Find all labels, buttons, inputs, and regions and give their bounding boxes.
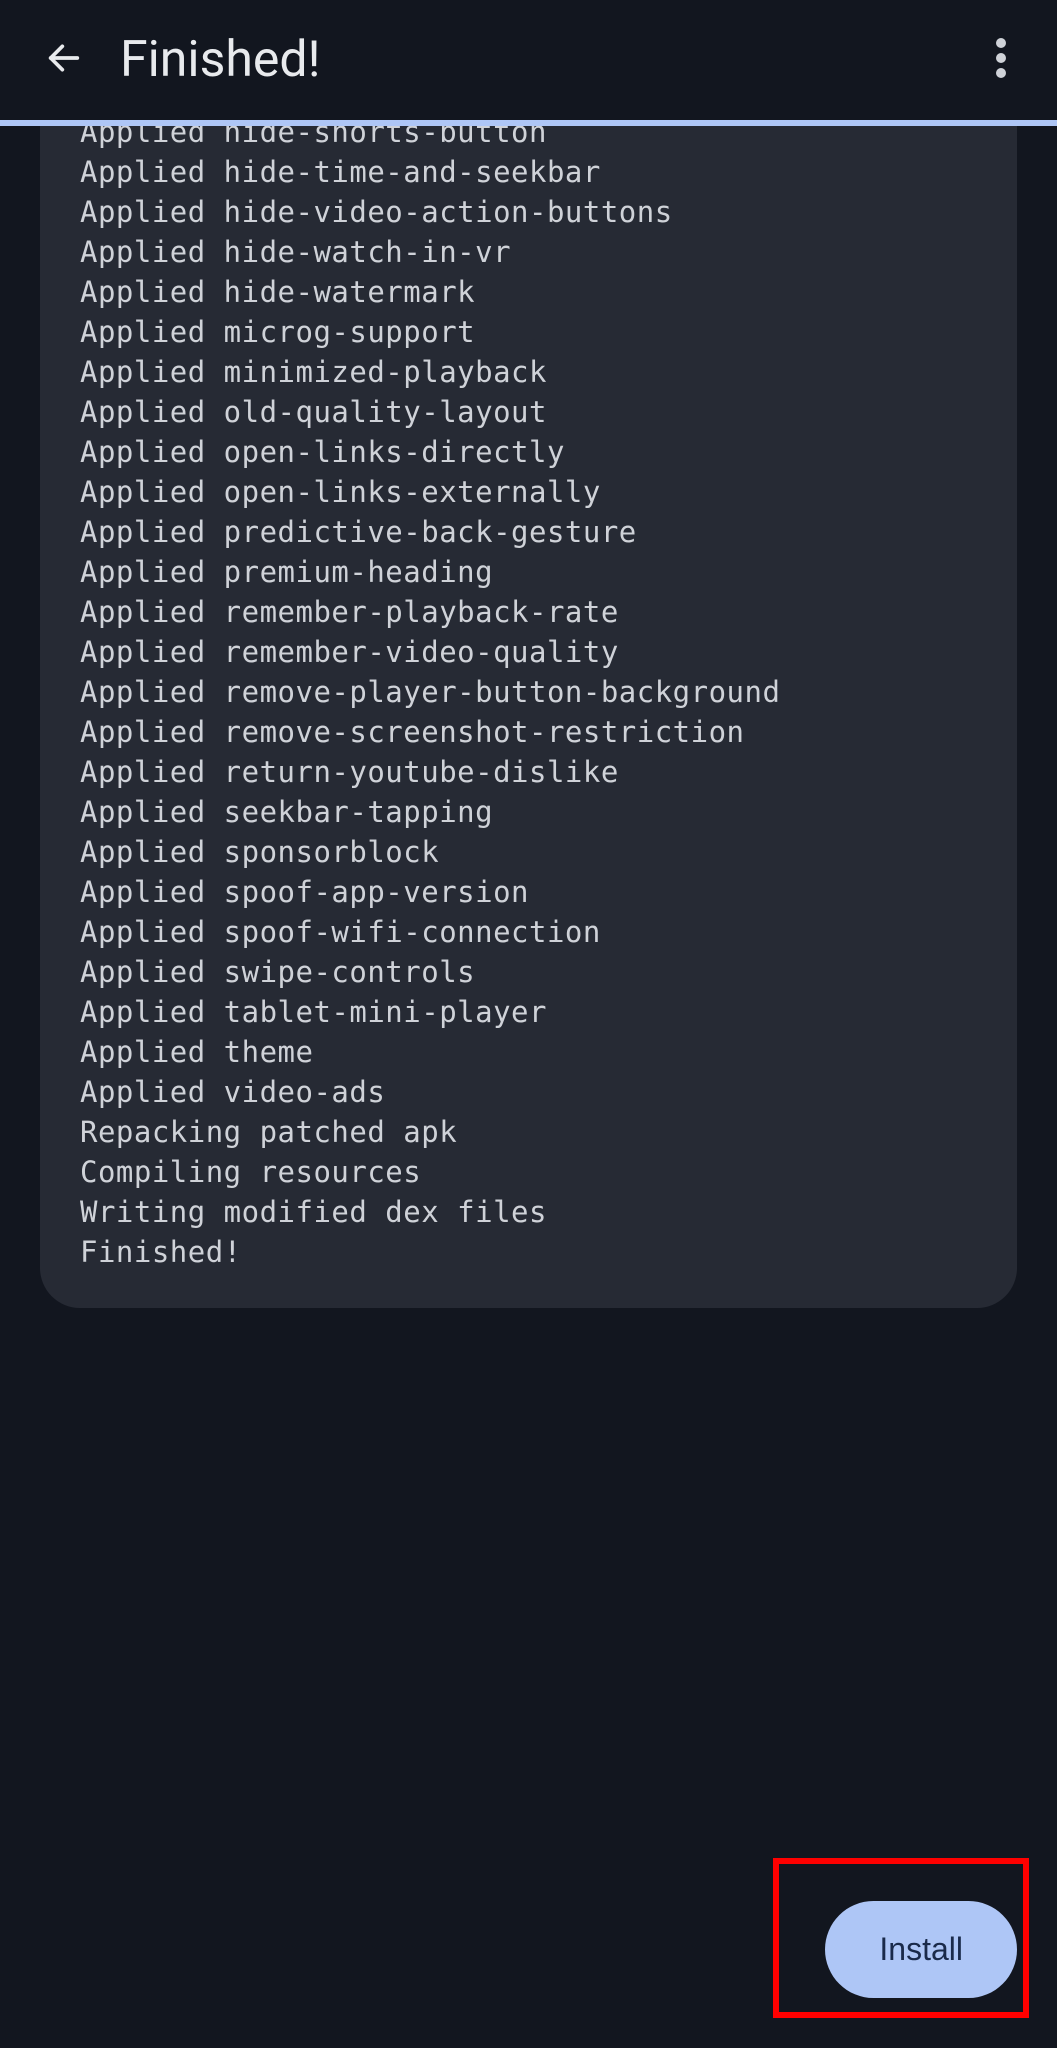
install-button[interactable]: Install [825, 1901, 1017, 1998]
footer-actions: Install [825, 1901, 1017, 1998]
log-output-card: Applied hide-shorts-button Applied hide-… [40, 126, 1017, 1308]
more-vert-icon [996, 38, 1006, 82]
arrow-left-icon [44, 38, 84, 82]
log-output[interactable]: Applied hide-shorts-button Applied hide-… [80, 126, 977, 1272]
top-app-bar: Finished! [0, 0, 1057, 120]
page-title: Finished! [120, 31, 973, 89]
more-menu-button[interactable] [973, 32, 1029, 88]
back-button[interactable] [36, 32, 92, 88]
